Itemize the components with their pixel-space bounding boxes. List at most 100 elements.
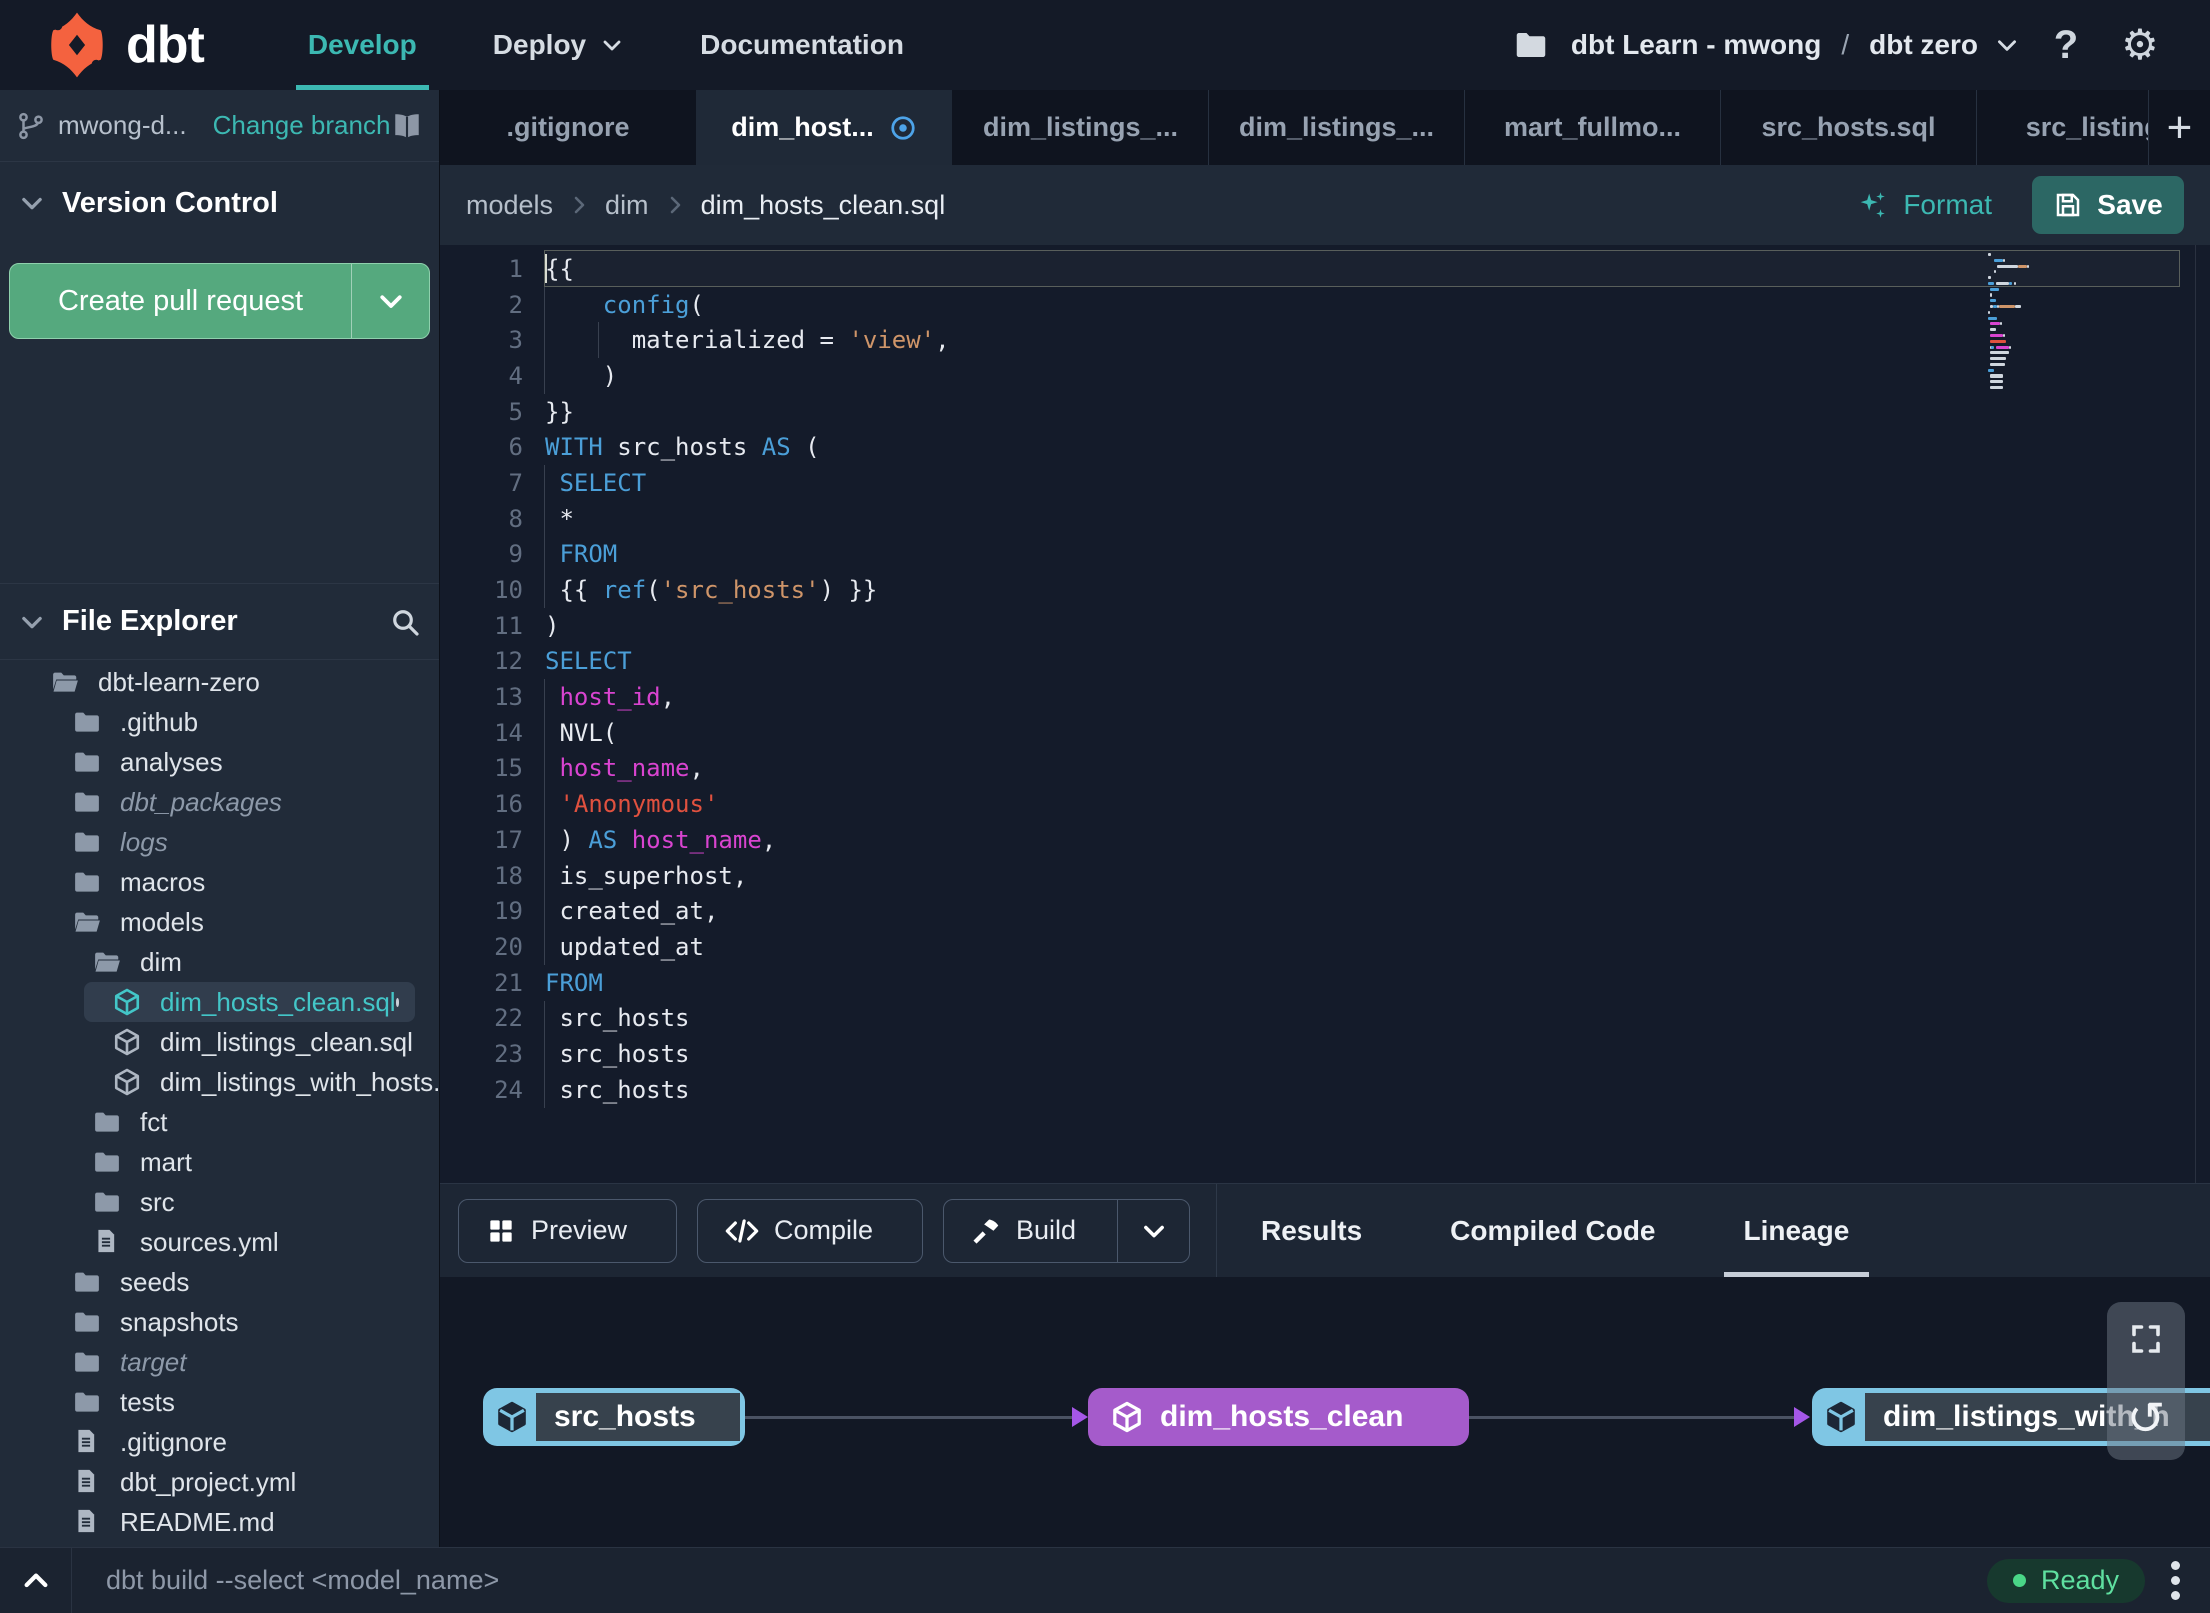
command-input[interactable]: dbt build --select <model_name> <box>106 1565 499 1596</box>
kebab-menu-icon[interactable] <box>2167 1557 2184 1604</box>
code-line-6[interactable]: 6 WITH src_hosts AS ( <box>440 429 2196 465</box>
tree-item-.github[interactable]: .github <box>0 702 439 742</box>
code-line-12[interactable]: 12 SELECT <box>440 644 2196 680</box>
docs-book-icon[interactable] <box>391 110 423 142</box>
tree-item-snapshots[interactable]: snapshots <box>0 1302 439 1342</box>
tree-item-logs[interactable]: logs <box>0 822 439 862</box>
tree-item-.gitignore[interactable]: .gitignore <box>0 1422 439 1462</box>
create-pull-request-button[interactable]: Create pull request <box>9 263 430 339</box>
code-line-19[interactable]: 19 created_at, <box>440 893 2196 929</box>
code-line-7[interactable]: 7 SELECT <box>440 465 2196 501</box>
help-button[interactable]: ? <box>2038 17 2094 73</box>
code-line-14[interactable]: 14 NVL( <box>440 715 2196 751</box>
expand-console-button[interactable] <box>0 1548 72 1613</box>
file-icon <box>92 1227 122 1257</box>
format-label: Format <box>1903 189 1992 220</box>
lineage-panel[interactable]: src_hosts dim_hosts_clean dim_listings_wit… <box>440 1277 2210 1547</box>
code-line-21[interactable]: 21 FROM <box>440 965 2196 1001</box>
code-line-17[interactable]: 17 ) AS host_name, <box>440 822 2196 858</box>
project-breadcrumb[interactable]: dbt Learn - mwong / dbt zero <box>1571 29 2020 61</box>
tree-item-tests[interactable]: tests <box>0 1382 439 1422</box>
tree-item-dbt_project.yml[interactable]: dbt_project.yml <box>0 1462 439 1502</box>
tree-item-dim[interactable]: dim <box>0 942 439 982</box>
code-line-8[interactable]: 8 * <box>440 501 2196 537</box>
tree-item-dbt_packages[interactable]: dbt_packages <box>0 782 439 822</box>
change-branch-link[interactable]: Change branch <box>213 110 391 141</box>
tree-item-src[interactable]: src <box>0 1182 439 1222</box>
dbt-logo[interactable]: dbt <box>38 9 205 81</box>
settings-button[interactable]: ⚙ <box>2112 17 2168 73</box>
pull-request-dropdown[interactable] <box>351 264 429 338</box>
code-line-24[interactable]: 24 src_hosts <box>440 1072 2196 1108</box>
nav-item-deploy[interactable]: Deploy <box>455 0 662 90</box>
search-icon[interactable] <box>389 606 421 638</box>
code-line-16[interactable]: 16 'Anonymous' <box>440 786 2196 822</box>
tree-item-README.md[interactable]: README.md <box>0 1502 439 1542</box>
editor-tab-dim_listings_...[interactable]: dim_listings_... <box>1208 90 1464 165</box>
node-label: dim_hosts_clean <box>1160 1400 1404 1433</box>
code-line-2[interactable]: 2 config( <box>440 287 2196 323</box>
editor-tab-dim_host...[interactable]: dim_host... <box>696 90 952 165</box>
breadcrumb-item[interactable]: dim <box>605 190 649 221</box>
format-button[interactable]: Format <box>1855 188 1992 222</box>
tree-item-sources.yml[interactable]: sources.yml <box>0 1222 439 1262</box>
tree-item-fct[interactable]: fct <box>0 1102 439 1142</box>
code-editor[interactable]: 1{{2 config(3 materialized = 'view', 4 ) 5… <box>440 245 2210 1183</box>
breadcrumb-item[interactable]: models <box>466 190 553 221</box>
editor-tab-.gitignore[interactable]: .gitignore <box>440 90 696 165</box>
fullscreen-icon[interactable] <box>2128 1321 2164 1357</box>
breadcrumb-item[interactable]: dim_hosts_clean.sql <box>701 190 946 221</box>
code-line-22[interactable]: 22 src_hosts <box>440 1000 2196 1036</box>
code-line-23[interactable]: 23 src_hosts <box>440 1036 2196 1072</box>
code-line-11[interactable]: 11) <box>440 608 2196 644</box>
lineage-node-dim_hosts_clean[interactable]: dim_hosts_clean <box>1088 1388 1469 1446</box>
build-button-main[interactable]: Build <box>944 1200 1117 1262</box>
tree-item-models[interactable]: models <box>0 902 439 942</box>
code-line-15[interactable]: 15 host_name, <box>440 751 2196 787</box>
main-area: .gitignore dim_host... dim_listings_... dim… <box>440 90 2210 1547</box>
code-line-20[interactable]: 20 updated_at <box>440 929 2196 965</box>
tree-item-analyses[interactable]: analyses <box>0 742 439 782</box>
file-explorer-header[interactable]: File Explorer <box>0 583 439 660</box>
version-control-header[interactable]: Version Control <box>0 162 439 244</box>
lineage-node-src_hosts[interactable]: src_hosts <box>483 1388 745 1446</box>
environment-name[interactable]: dbt zero <box>1869 29 1978 61</box>
code-line-3[interactable]: 3 materialized = 'view', <box>440 322 2196 358</box>
code-line-9[interactable]: 9 FROM <box>440 537 2196 573</box>
build-button[interactable]: Build <box>943 1198 1190 1263</box>
new-tab-button[interactable]: + <box>2148 90 2210 165</box>
tree-item-dim_listings_clean.sql[interactable]: dim_listings_clean.sql <box>0 1022 439 1062</box>
build-dropdown[interactable] <box>1117 1199 1189 1262</box>
compile-button[interactable]: Compile <box>697 1198 923 1263</box>
editor-tab-src_hosts.sql[interactable]: src_hosts.sql <box>1720 90 1976 165</box>
results-tab-results[interactable]: Results <box>1217 1184 1406 1277</box>
nav-item-develop[interactable]: Develop <box>270 0 455 90</box>
tree-item-dim_listings_with_hosts...[interactable]: dim_listings_with_hosts... <box>0 1062 439 1102</box>
tree-item-seeds[interactable]: seeds <box>0 1262 439 1302</box>
save-button[interactable]: Save <box>2032 176 2184 234</box>
editor-tab-dim_listings_...[interactable]: dim_listings_... <box>952 90 1208 165</box>
tree-item-macros[interactable]: macros <box>0 862 439 902</box>
nav-item-documentation[interactable]: Documentation <box>662 0 942 90</box>
code-text: config( <box>602 290 704 319</box>
code-line-18[interactable]: 18 is_superhost, <box>440 858 2196 894</box>
branch-name: mwong-d... <box>58 110 187 140</box>
reset-view-icon[interactable]: ↺ <box>2127 1395 2166 1441</box>
file-tree: dbt-learn-zero .github analyses dbt_package… <box>0 662 439 1547</box>
minimap[interactable] <box>1988 253 2052 392</box>
results-tab-compiled-code[interactable]: Compiled Code <box>1406 1184 1699 1277</box>
tree-item-dbt-learn-zero[interactable]: dbt-learn-zero <box>0 662 439 702</box>
preview-button[interactable]: Preview <box>458 1198 677 1263</box>
results-tab-lineage[interactable]: Lineage <box>1700 1184 1894 1277</box>
code-line-13[interactable]: 13 host_id, <box>440 679 2196 715</box>
code-line-1[interactable]: 1 {{ <box>440 251 2196 287</box>
tree-item-dim_hosts_clean.sql[interactable]: dim_hosts_clean.sql <box>0 982 439 1022</box>
editor-scrollbar[interactable] <box>2195 245 2196 1183</box>
code-line-5[interactable]: 5}} <box>440 394 2196 430</box>
tree-item-target[interactable]: target <box>0 1342 439 1382</box>
editor-tab-mart_fullmo...[interactable]: mart_fullmo... <box>1464 90 1720 165</box>
line-number: 11 <box>494 611 523 640</box>
code-line-4[interactable]: 4 ) <box>440 358 2196 394</box>
tree-item-mart[interactable]: mart <box>0 1142 439 1182</box>
code-line-10[interactable]: 10 {{ ref('src_hosts') }} <box>440 572 2196 608</box>
